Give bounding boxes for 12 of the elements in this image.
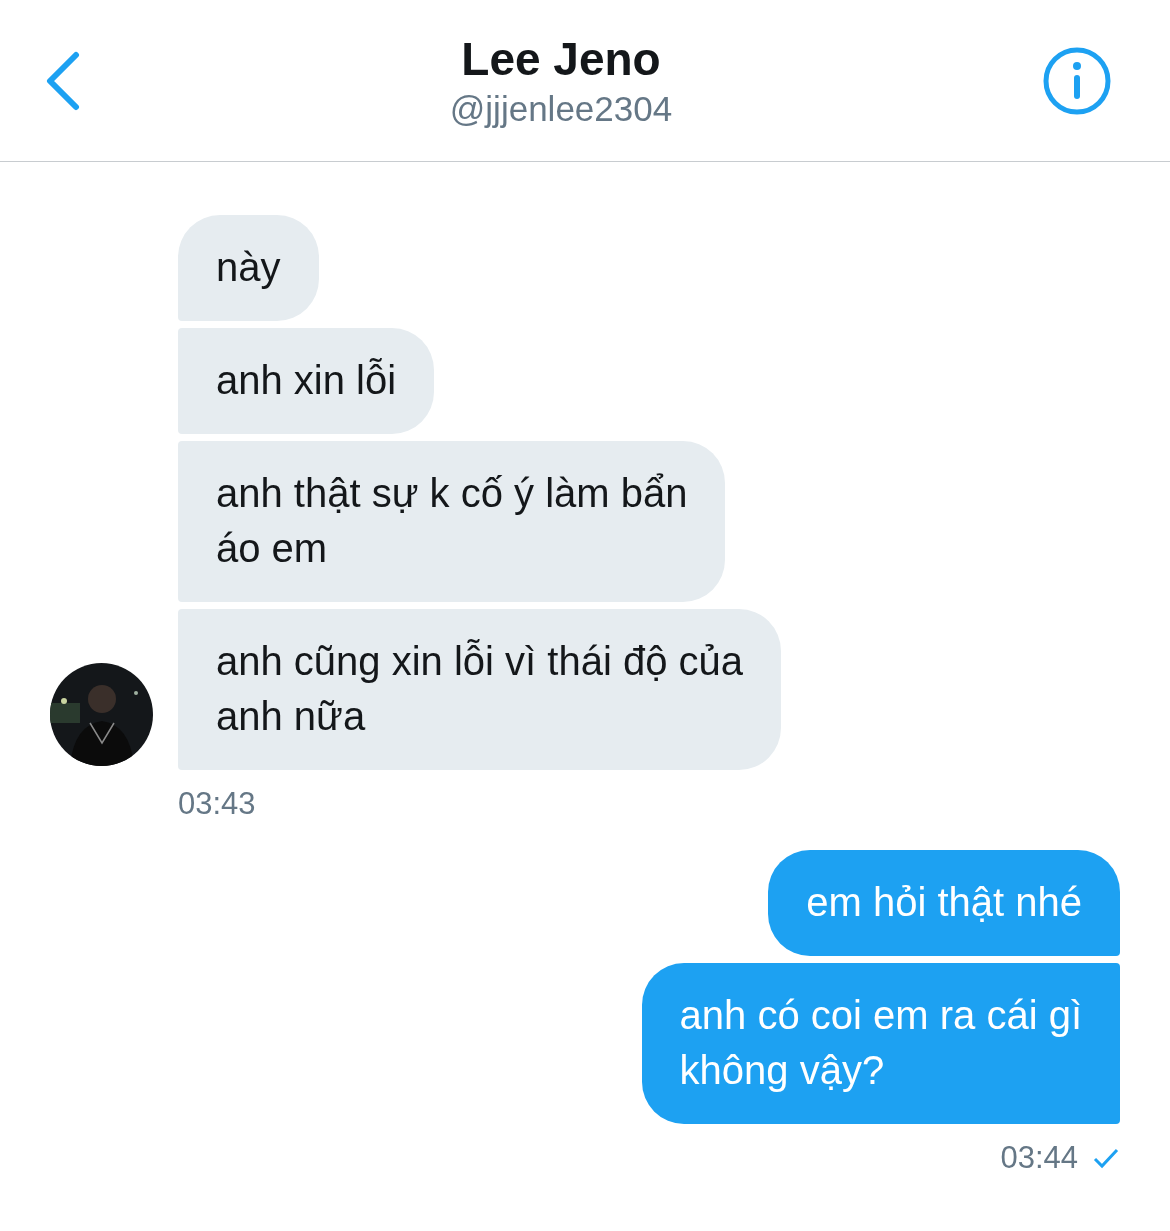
timestamp: 03:43	[178, 786, 256, 822]
back-icon[interactable]	[44, 50, 80, 111]
message-bubble: anh có coi em ra cái gì không vậy?	[641, 963, 1120, 1124]
contact-name: Lee Jeno	[461, 31, 661, 87]
message-bubble: anh xin lỗi	[178, 328, 435, 434]
timestamp: 03:44	[1000, 1140, 1078, 1176]
message-bubble: anh thật sự k cố ý làm bẩn áo em	[178, 441, 726, 602]
info-icon[interactable]	[1042, 45, 1112, 116]
message-bubble: em hỏi thật nhé	[768, 850, 1120, 956]
contact-handle: @jjjenlee2304	[449, 87, 673, 130]
message-bubble: này	[178, 215, 319, 321]
message-bubble: anh cũng xin lỗi vì thái độ của anh nữa	[178, 609, 781, 770]
